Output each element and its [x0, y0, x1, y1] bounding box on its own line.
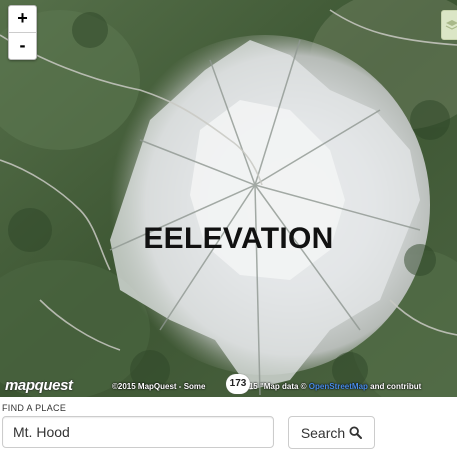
- search-button[interactable]: Search: [288, 416, 375, 449]
- mapquest-logo: mapquest: [5, 377, 73, 394]
- copyright-prefix: ©2015 MapQuest - Some: [112, 382, 206, 391]
- layers-toggle-button[interactable]: [441, 10, 457, 40]
- search-button-label: Search: [300, 424, 346, 441]
- place-search-input[interactable]: [2, 416, 274, 448]
- osm-link[interactable]: OpenStreetMap: [309, 382, 368, 391]
- map-title: EELEVATION: [143, 222, 334, 255]
- copyright-text: ©2015 MapQuest - Some 2015 "Map data © O…: [112, 382, 421, 391]
- copyright-suffix: and contribut: [370, 382, 422, 391]
- zoom-out-button[interactable]: -: [9, 32, 36, 59]
- map-view[interactable]: + - EELEVATION mapquest ©2015 MapQuest -…: [0, 0, 457, 397]
- zoom-control: + -: [8, 5, 37, 60]
- search-icon: [349, 426, 363, 439]
- zoom-in-button[interactable]: +: [9, 6, 36, 32]
- map-attribution: mapquest ©2015 MapQuest - Some 2015 "Map…: [0, 374, 457, 397]
- find-place-label: FIND A PLACE: [2, 403, 67, 413]
- satellite-imagery: [0, 0, 457, 397]
- map-marker-badge[interactable]: 173: [226, 374, 250, 394]
- layers-icon: [445, 20, 457, 30]
